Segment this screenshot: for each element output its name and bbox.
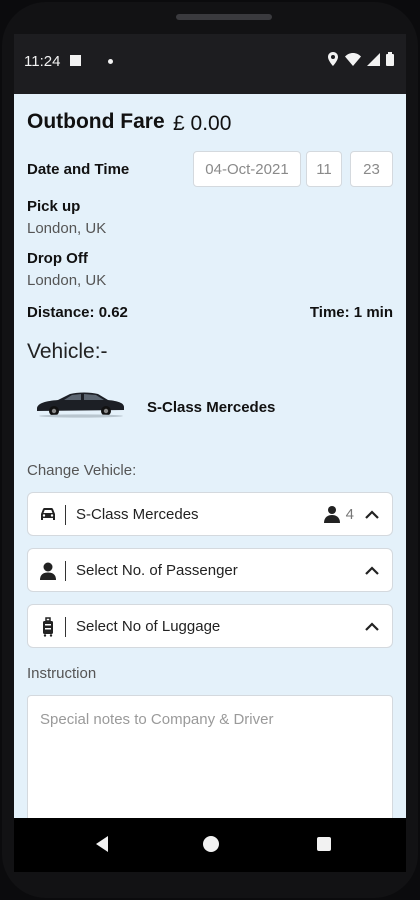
- back-icon[interactable]: [96, 836, 108, 852]
- separator: [65, 617, 66, 637]
- vehicle-name: S-Class Mercedes: [147, 399, 276, 416]
- fare-amount: £ 0.00: [173, 112, 232, 135]
- fare-title: Outbond Fare: [27, 110, 165, 133]
- date-time-label: Date and Time: [27, 161, 130, 178]
- minute-field[interactable]: 23: [350, 151, 393, 187]
- dropoff-value: London, UK: [27, 272, 107, 289]
- person-icon: [323, 506, 340, 523]
- capacity-count: 4: [345, 505, 354, 523]
- distance-text: Distance: 0.62: [27, 304, 128, 321]
- battery-icon: [386, 52, 394, 66]
- pickup-label: Pick up: [27, 198, 81, 215]
- status-bar: 11:24: [14, 34, 406, 94]
- wifi-icon: [345, 52, 361, 66]
- chevron-up-icon: [365, 566, 379, 575]
- passenger-select-value: Select No. of Passenger: [76, 562, 238, 579]
- location-icon: [328, 52, 338, 66]
- hour-field[interactable]: 11: [306, 151, 342, 187]
- notification-dot-icon: [108, 59, 113, 64]
- dropoff-label: Drop Off: [27, 250, 88, 267]
- phone-speaker: [176, 14, 272, 20]
- signal-icon: [367, 52, 380, 66]
- car-image: [37, 392, 124, 418]
- vehicle-select-value: S-Class Mercedes: [76, 506, 199, 523]
- status-time: 11:24: [24, 53, 61, 70]
- booking-screen: Outbond Fare £ 0.00 Date and Time 04-Oct…: [14, 94, 406, 818]
- date-field[interactable]: 04-Oct-2021: [193, 151, 301, 187]
- change-vehicle-label: Change Vehicle:: [27, 462, 137, 479]
- capacity-indicator: 4: [323, 505, 354, 523]
- notification-square-icon: [70, 55, 81, 66]
- home-icon[interactable]: [203, 836, 219, 852]
- recent-apps-icon[interactable]: [317, 837, 331, 851]
- instruction-label: Instruction: [27, 665, 97, 682]
- android-nav-bar: [14, 818, 406, 872]
- instruction-textarea[interactable]: Special notes to Company & Driver: [27, 695, 393, 818]
- car-icon: [41, 508, 55, 520]
- passenger-select[interactable]: Select No. of Passenger: [27, 548, 393, 592]
- luggage-select[interactable]: Select No of Luggage: [27, 604, 393, 648]
- separator: [65, 505, 66, 525]
- phone-device: 11:24 Outbond Fare £ 0.00 Date and Time …: [0, 0, 420, 900]
- time-text: Time: 1 min: [309, 304, 393, 321]
- chevron-up-icon: [365, 622, 379, 631]
- vehicle-heading: Vehicle:-: [27, 340, 108, 363]
- luggage-select-value: Select No of Luggage: [76, 618, 221, 635]
- luggage-icon: [43, 617, 53, 637]
- person-icon: [40, 562, 56, 580]
- vehicle-select[interactable]: S-Class Mercedes 4: [27, 492, 393, 536]
- pickup-value: London, UK: [27, 220, 107, 237]
- chevron-up-icon: [365, 510, 379, 519]
- separator: [65, 561, 66, 581]
